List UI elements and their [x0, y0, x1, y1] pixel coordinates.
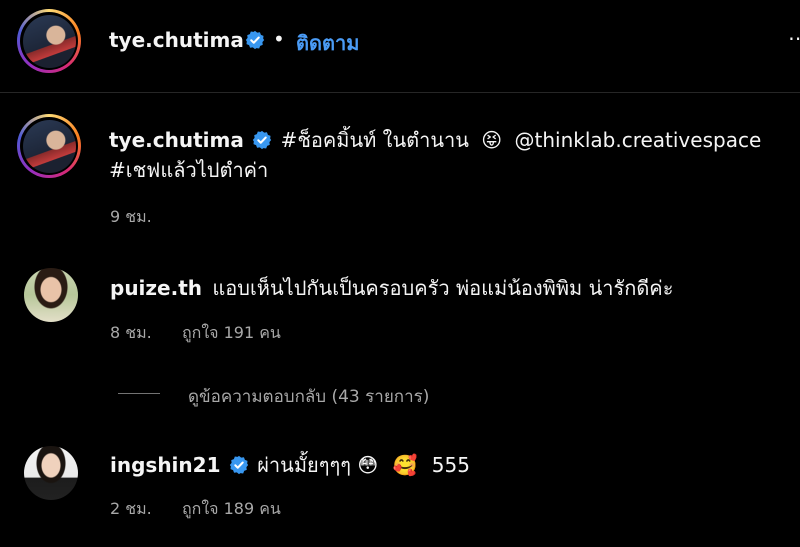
comment-puize: puize.th แอบเห็นไปกันเป็นครอบครัว พ่อแม่…: [110, 273, 673, 303]
comment-avatar-ingshin21[interactable]: [24, 446, 78, 500]
caption: tye.chutima #ช็อคมิ้นท์ ในตำนาน 😝 @think…: [109, 125, 799, 185]
verified-badge-icon: [253, 130, 272, 150]
comment-likes[interactable]: ถูกใจ 189 คน: [182, 499, 281, 518]
verified-badge-icon: [245, 30, 265, 50]
caption-username[interactable]: tye.chutima: [109, 128, 244, 152]
caption-hashtag-1[interactable]: #ช็อคมิ้นท์ ในตำนาน: [281, 128, 469, 152]
follow-button[interactable]: ติดตาม: [296, 27, 359, 59]
caption-emoji: 😝: [481, 128, 503, 152]
comment-ingshin21: ingshin21 ผ่านมั้ยๆๆๆ 😳 🥰 555: [110, 450, 470, 480]
caption-hashtag-2[interactable]: #เชฟแล้วไปตำค่า: [109, 155, 799, 185]
owner-avatar-ring[interactable]: [17, 9, 81, 73]
owner-username[interactable]: tye.chutima: [109, 28, 244, 52]
comment-likes[interactable]: ถูกใจ 191 คน: [182, 323, 281, 342]
comment-text: แอบเห็นไปกันเป็นครอบครัว พ่อแม่น้องพิพิม…: [212, 276, 674, 300]
caption-mention[interactable]: @thinklab.creativespace: [515, 128, 762, 152]
view-replies-button[interactable]: ดูข้อความตอบกลับ (43 รายการ): [188, 383, 429, 410]
comment-username[interactable]: ingshin21: [110, 453, 220, 477]
comment-username[interactable]: puize.th: [110, 276, 202, 300]
header-divider: [0, 92, 800, 93]
header-separator: •: [273, 27, 285, 51]
post-header: tye.chutima • ติดตาม ⋯: [0, 0, 800, 92]
comment-emoji-hearts: 🥰: [392, 453, 418, 477]
comment-text: ผ่านมั้ยๆๆๆ: [257, 453, 351, 477]
caption-avatar-ring[interactable]: [17, 114, 81, 178]
comment-text-2: 555: [431, 453, 470, 477]
comment-avatar-puize[interactable]: [24, 268, 78, 322]
comment-emoji-flushed: 😳: [357, 453, 379, 477]
replies-divider: [118, 393, 160, 394]
comment-meta: 2 ชม. ถูกใจ 189 คน: [110, 497, 281, 522]
owner-avatar[interactable]: [22, 14, 76, 68]
caption-time: 9 ชม.: [110, 207, 152, 226]
more-icon[interactable]: ⋯: [788, 26, 800, 50]
verified-badge-icon: [229, 455, 249, 475]
caption-avatar[interactable]: [22, 119, 76, 173]
comment-meta: 8 ชม. ถูกใจ 191 คน: [110, 321, 281, 346]
comment-time: 8 ชม.: [110, 323, 152, 342]
comment-time: 2 ชม.: [110, 499, 152, 518]
